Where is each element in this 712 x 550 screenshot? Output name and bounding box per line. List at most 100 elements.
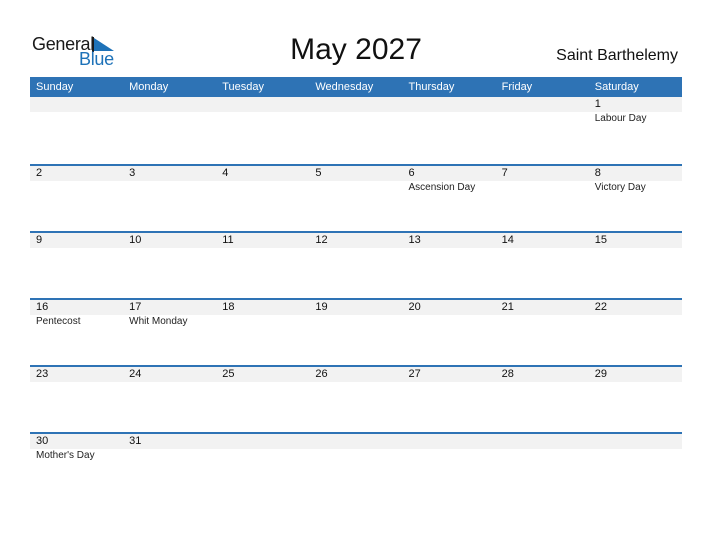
day-cell: 24 <box>123 367 216 382</box>
day-cell: 15 <box>589 233 682 248</box>
day-number <box>315 434 402 449</box>
day-cell <box>403 97 496 126</box>
day-cell: 23 <box>30 367 123 382</box>
day-number: 19 <box>315 301 328 313</box>
holiday-label: Labour Day <box>594 113 647 124</box>
day-cell <box>309 434 402 463</box>
day-cell: 3 <box>123 166 216 195</box>
day-number: 11 <box>222 234 234 246</box>
day-cell <box>496 97 589 126</box>
day-number: 6 <box>408 167 415 179</box>
day-cell <box>309 97 402 126</box>
day-cell: 11 <box>216 233 309 248</box>
holiday-label: Whit Monday <box>129 316 188 327</box>
day-number: 3 <box>129 167 136 179</box>
day-number: 1 <box>594 98 601 110</box>
day-number: 25 <box>222 368 235 380</box>
day-cell: 22 <box>589 300 682 329</box>
day-number <box>409 434 496 449</box>
day-cell: 10 <box>123 233 216 248</box>
day-number: 28 <box>501 368 514 380</box>
day-number: 24 <box>129 368 142 380</box>
day-number: 16 <box>36 301 49 313</box>
day-cell <box>496 434 589 463</box>
day-cell: 8 Victory Day <box>589 166 682 195</box>
day-cell: 17 Whit Monday <box>123 300 216 329</box>
day-number: 23 <box>36 368 49 380</box>
day-cell: 26 <box>309 367 402 382</box>
day-cell <box>216 434 309 463</box>
day-number: 13 <box>408 234 421 246</box>
day-cell: 7 <box>496 166 589 195</box>
day-cell: 12 <box>309 233 402 248</box>
day-cell: 20 <box>403 300 496 329</box>
week-cells: 23 24 25 26 27 28 29 <box>30 367 682 382</box>
weekday-header: Sunday Monday Tuesday Wednesday Thursday… <box>30 77 682 97</box>
day-number: 7 <box>501 167 508 179</box>
day-cell: 29 <box>589 367 682 382</box>
day-cell: 1 Labour Day <box>589 97 682 126</box>
day-number: 14 <box>501 234 514 246</box>
day-cell: 30 Mother's Day <box>30 434 123 463</box>
weeks: 1 Labour Day 2 3 4 5 6 Ascension Day 7 8 Victory D… <box>30 97 682 499</box>
day-cell <box>123 97 216 126</box>
weekday-tuesday: Tuesday <box>222 81 265 93</box>
day-number: 12 <box>315 234 328 246</box>
day-number: 30 <box>36 435 49 447</box>
day-number <box>595 434 682 449</box>
week-row: 16 Pentecost 17 Whit Monday 18 19 20 21 22 <box>30 298 682 365</box>
day-cell: 4 <box>216 166 309 195</box>
weekday-friday: Friday <box>501 81 533 93</box>
day-cell <box>216 97 309 126</box>
day-cell: 25 <box>216 367 309 382</box>
week-cells: 16 Pentecost 17 Whit Monday 18 19 20 21 22 <box>30 300 682 329</box>
day-cell: 6 Ascension Day <box>403 166 496 195</box>
holiday-label: Ascension Day <box>408 182 476 193</box>
week-cells: 2 3 4 5 6 Ascension Day 7 8 Victory Day <box>30 166 682 195</box>
day-cell <box>403 434 496 463</box>
day-number: 15 <box>594 234 607 246</box>
holiday-label: Mother's Day <box>36 450 95 461</box>
country-label: Saint Barthelemy <box>556 47 678 64</box>
day-number <box>222 97 309 112</box>
day-cell: 18 <box>216 300 309 329</box>
weekday-saturday: Saturday <box>594 81 639 93</box>
day-number <box>315 97 402 112</box>
weekday-wednesday: Wednesday <box>315 81 374 93</box>
week-row: 30 Mother's Day 31 <box>30 432 682 499</box>
day-number <box>222 434 309 449</box>
holiday-label: Victory Day <box>594 182 646 193</box>
week-cells: 1 Labour Day <box>30 97 682 126</box>
day-number: 22 <box>594 301 607 313</box>
week-row: 9 10 11 12 13 14 15 <box>30 231 682 298</box>
day-number: 4 <box>222 167 229 179</box>
day-cell <box>30 97 123 126</box>
day-cell: 2 <box>30 166 123 195</box>
day-number: 10 <box>129 234 142 246</box>
weekday-monday: Monday <box>129 81 169 93</box>
day-cell: 13 <box>403 233 496 248</box>
day-number <box>409 97 496 112</box>
day-cell: 19 <box>309 300 402 329</box>
day-number: 29 <box>594 368 607 380</box>
day-number <box>36 97 123 112</box>
day-number: 20 <box>408 301 421 313</box>
day-cell: 5 <box>309 166 402 195</box>
weekday-sunday: Sunday <box>36 81 74 93</box>
weekday-thursday: Thursday <box>408 81 455 93</box>
day-number <box>502 434 589 449</box>
day-cell: 28 <box>496 367 589 382</box>
day-number: 2 <box>36 167 43 179</box>
day-number: 8 <box>594 167 601 179</box>
day-cell: 14 <box>496 233 589 248</box>
day-cell: 31 <box>123 434 216 463</box>
week-row: 2 3 4 5 6 Ascension Day 7 8 Victory Day <box>30 164 682 231</box>
day-number: 27 <box>408 368 421 380</box>
week-cells: 9 10 11 12 13 14 15 <box>30 233 682 248</box>
day-cell: 21 <box>496 300 589 329</box>
day-number <box>129 97 216 112</box>
calendar: Sunday Monday Tuesday Wednesday Thursday… <box>30 77 682 499</box>
day-cell <box>589 434 682 463</box>
day-number: 17 <box>129 301 142 313</box>
day-number: 18 <box>222 301 235 313</box>
